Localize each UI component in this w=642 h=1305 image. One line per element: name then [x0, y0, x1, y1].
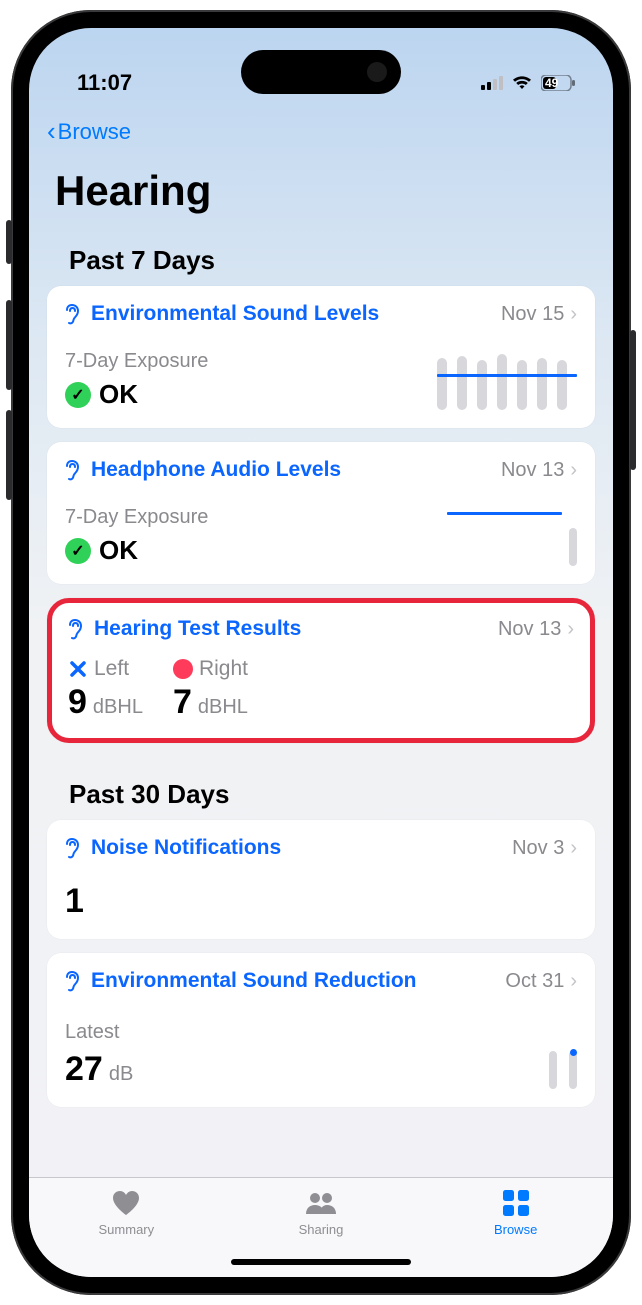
card-hearing-test[interactable]: Hearing Test Results Nov 13 › Left: [47, 598, 595, 743]
people-icon: [304, 1188, 338, 1218]
card-date: Nov 3: [512, 837, 564, 860]
cellular-icon: [481, 70, 503, 96]
card-sound-reduction[interactable]: Environmental Sound Reduction Oct 31 › L…: [47, 953, 595, 1107]
ear-icon: [65, 970, 83, 992]
right-unit: dBHL: [198, 696, 248, 719]
chevron-right-icon: ›: [570, 303, 577, 326]
right-ear-result: Right 7 dBHL: [173, 657, 248, 722]
grid-icon: [499, 1188, 533, 1218]
noise-count: 1: [65, 882, 577, 921]
card-title-text: Hearing Test Results: [94, 617, 301, 641]
tab-sharing[interactable]: Sharing: [233, 1188, 408, 1237]
reduction-value: 27: [65, 1050, 103, 1089]
sparkline-chart: [447, 506, 577, 566]
exposure-label: 7-Day Exposure: [65, 350, 423, 373]
circle-icon: [173, 659, 193, 679]
status-time: 11:07: [77, 70, 132, 96]
card-title-text: Headphone Audio Levels: [91, 458, 341, 482]
ear-icon: [65, 459, 83, 481]
ear-icon: [65, 303, 83, 325]
card-date: Nov 13: [501, 459, 564, 482]
reduction-unit: dB: [109, 1063, 133, 1086]
right-value: 7: [173, 683, 192, 722]
page-title: Hearing: [29, 147, 613, 223]
card-title-text: Noise Notifications: [91, 836, 281, 860]
left-value: 9: [68, 683, 87, 722]
status-ok: OK: [99, 535, 138, 566]
battery-icon: 49: [541, 75, 575, 91]
content-scroll[interactable]: Past 7 Days Environmental Sound Levels N…: [29, 223, 613, 1177]
tab-label: Sharing: [299, 1222, 344, 1237]
card-date: Oct 31: [505, 970, 564, 993]
chevron-right-icon: ›: [567, 618, 574, 641]
status-ok: OK: [99, 379, 138, 410]
ear-icon: [65, 837, 83, 859]
sparkline-chart: [437, 350, 577, 410]
wifi-icon: [511, 70, 533, 96]
x-icon: [68, 659, 88, 679]
card-noise-notifications[interactable]: Noise Notifications Nov 3 › 1: [47, 820, 595, 939]
tab-browse[interactable]: Browse: [428, 1188, 603, 1237]
left-label: Left: [94, 657, 129, 681]
ear-icon: [68, 618, 86, 640]
exposure-label: 7-Day Exposure: [65, 506, 433, 529]
tab-label: Browse: [494, 1222, 537, 1237]
card-date: Nov 15: [501, 303, 564, 326]
chevron-right-icon: ›: [570, 970, 577, 993]
chevron-right-icon: ›: [570, 459, 577, 482]
back-nav[interactable]: ‹ Browse: [29, 98, 613, 147]
card-date: Nov 13: [498, 618, 561, 641]
card-headphone-audio[interactable]: Headphone Audio Levels Nov 13 › 7-Day Ex…: [47, 442, 595, 584]
card-environmental-sound[interactable]: Environmental Sound Levels Nov 15 › 7-Da…: [47, 286, 595, 428]
latest-label: Latest: [65, 1021, 133, 1044]
section-header-past30: Past 30 Days: [43, 757, 599, 820]
tab-label: Summary: [99, 1222, 155, 1237]
section-header-past7: Past 7 Days: [43, 223, 599, 286]
device-notch: [241, 50, 401, 94]
chevron-left-icon: ‹: [47, 116, 56, 147]
checkmark-icon: ✓: [65, 538, 91, 564]
sparkline-chart: [549, 1045, 577, 1089]
chevron-right-icon: ›: [570, 837, 577, 860]
back-label: Browse: [58, 119, 131, 145]
left-unit: dBHL: [93, 696, 143, 719]
heart-icon: [109, 1188, 143, 1218]
right-label: Right: [199, 657, 248, 681]
checkmark-icon: ✓: [65, 382, 91, 408]
left-ear-result: Left 9 dBHL: [68, 657, 143, 722]
home-indicator[interactable]: [231, 1259, 411, 1265]
card-title-text: Environmental Sound Reduction: [91, 969, 417, 993]
card-title-text: Environmental Sound Levels: [91, 302, 379, 326]
tab-summary[interactable]: Summary: [39, 1188, 214, 1237]
